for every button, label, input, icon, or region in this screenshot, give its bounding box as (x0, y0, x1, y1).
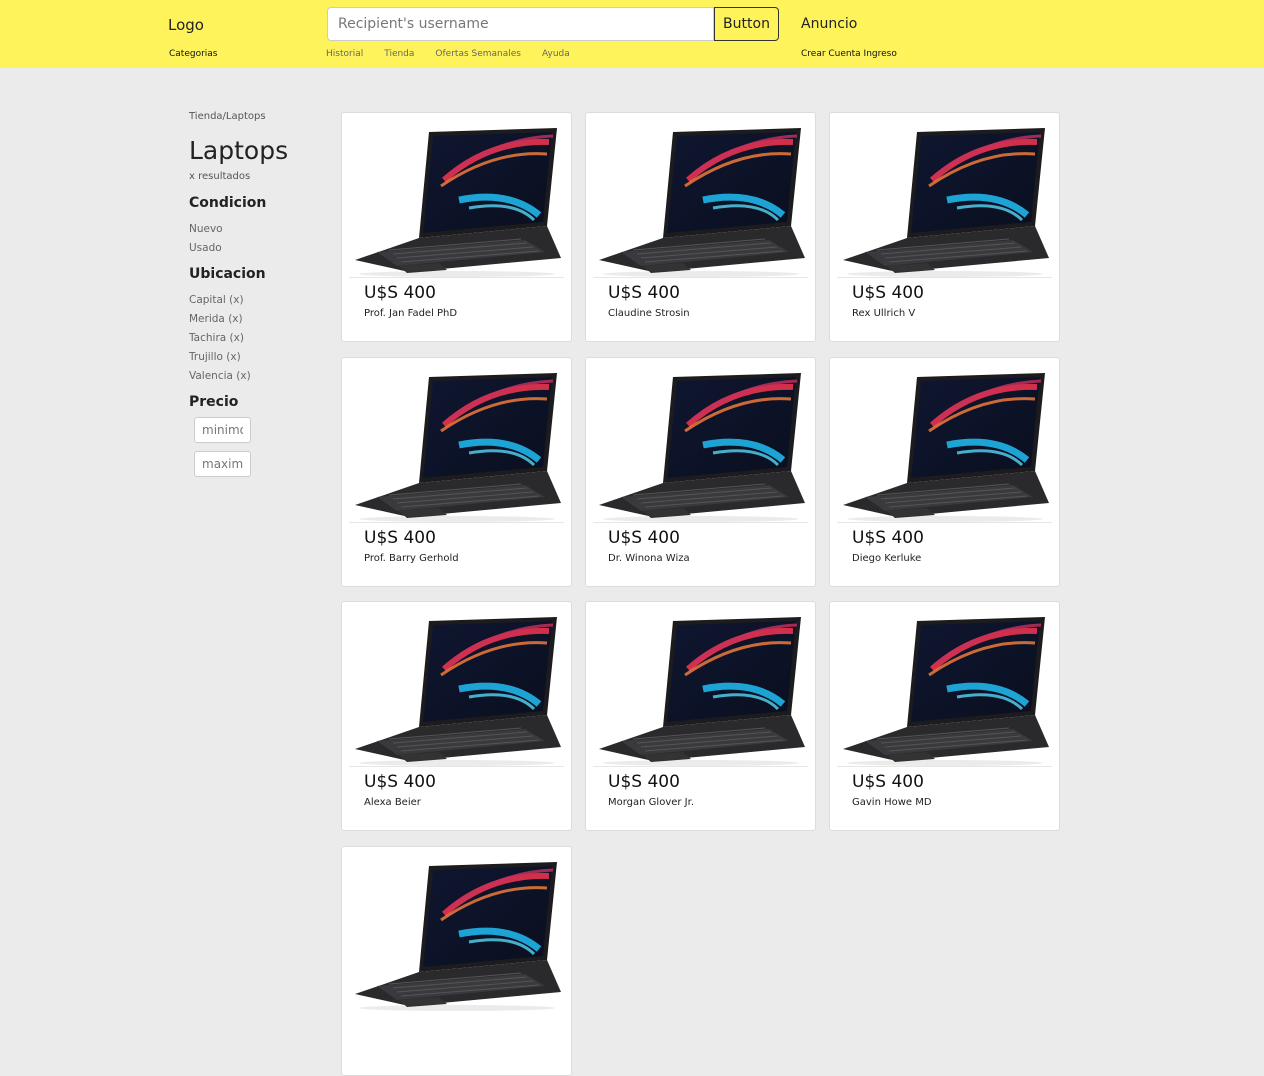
product-price: U$S 400 (852, 283, 924, 303)
product-seller[interactable]: Morgan Glover Jr. (608, 797, 694, 808)
precio-heading: Precio (189, 394, 239, 410)
page-title: Laptops (189, 136, 289, 165)
filter-usado[interactable]: Usado (189, 242, 222, 254)
product-card[interactable]: U$S 400 Gavin Howe MD (829, 601, 1060, 831)
filter-tachira[interactable]: Tachira (x) (189, 332, 244, 344)
card-divider (593, 766, 808, 767)
laptop-image[interactable] (593, 609, 808, 767)
filter-valencia[interactable]: Valencia (x) (189, 370, 251, 382)
nav-tienda[interactable]: Tienda (384, 49, 414, 59)
filter-merida[interactable]: Merida (x) (189, 313, 243, 325)
product-price: U$S 400 (852, 772, 924, 792)
product-card[interactable] (341, 846, 572, 1076)
product-card[interactable]: U$S 400 Alexa Beier (341, 601, 572, 831)
product-card[interactable]: U$S 400 Morgan Glover Jr. (585, 601, 816, 831)
product-seller[interactable]: Rex Ullrich V (852, 308, 915, 319)
product-card[interactable]: U$S 400 Dr. Winona Wiza (585, 357, 816, 587)
filter-trujillo[interactable]: Trujillo (x) (189, 351, 241, 363)
laptop-image[interactable] (349, 120, 564, 278)
product-price: U$S 400 (608, 528, 680, 548)
product-price: U$S 400 (608, 772, 680, 792)
main-nav: Historial Tienda Ofertas Semanales Ayuda (326, 49, 591, 59)
product-seller[interactable]: Gavin Howe MD (852, 797, 932, 808)
product-seller[interactable]: Claudine Strosin (608, 308, 690, 319)
price-min-input[interactable] (194, 417, 251, 443)
laptop-image[interactable] (349, 365, 564, 523)
product-card[interactable]: U$S 400 Prof. Jan Fadel PhD (341, 112, 572, 342)
condicion-heading: Condicion (189, 195, 267, 211)
product-seller[interactable]: Diego Kerluke (852, 553, 921, 564)
card-divider (837, 766, 1052, 767)
search-group: Button (327, 7, 779, 41)
product-seller[interactable]: Alexa Beier (364, 797, 421, 808)
card-divider (349, 277, 564, 278)
top-header: Logo Categorias Button Historial Tienda … (0, 0, 1264, 68)
laptop-image[interactable] (349, 609, 564, 767)
product-card[interactable]: U$S 400 Claudine Strosin (585, 112, 816, 342)
search-button[interactable]: Button (714, 7, 779, 41)
results-count: x resultados (189, 171, 251, 182)
breadcrumb[interactable]: Tienda/Laptops (189, 111, 266, 122)
price-max-input[interactable] (194, 451, 251, 477)
product-price: U$S 400 (364, 528, 436, 548)
product-price: U$S 400 (608, 283, 680, 303)
laptop-image[interactable] (837, 609, 1052, 767)
filter-capital[interactable]: Capital (x) (189, 294, 244, 306)
product-card[interactable]: U$S 400 Diego Kerluke (829, 357, 1060, 587)
product-price: U$S 400 (364, 772, 436, 792)
logo[interactable]: Logo (168, 16, 204, 34)
product-price: U$S 400 (852, 528, 924, 548)
nav-ofertas-semanales[interactable]: Ofertas Semanales (435, 49, 521, 59)
ubicacion-heading: Ubicacion (189, 266, 266, 282)
search-input[interactable] (327, 7, 714, 41)
card-divider (837, 522, 1052, 523)
card-divider (593, 277, 808, 278)
laptop-image[interactable] (837, 120, 1052, 278)
filter-nuevo[interactable]: Nuevo (189, 223, 223, 235)
card-divider (349, 522, 564, 523)
product-card[interactable]: U$S 400 Rex Ullrich V (829, 112, 1060, 342)
product-seller[interactable]: Prof. Jan Fadel PhD (364, 308, 457, 319)
card-divider (593, 522, 808, 523)
laptop-image[interactable] (349, 854, 564, 1012)
laptop-image[interactable] (837, 365, 1052, 523)
nav-historial[interactable]: Historial (326, 49, 363, 59)
laptop-image[interactable] (593, 365, 808, 523)
categories-link[interactable]: Categorias (169, 49, 218, 59)
card-divider (837, 277, 1052, 278)
anuncio-link[interactable]: Anuncio (801, 16, 857, 32)
card-divider (349, 766, 564, 767)
account-links[interactable]: Crear Cuenta Ingreso (801, 49, 897, 59)
product-seller[interactable]: Prof. Barry Gerhold (364, 553, 459, 564)
product-seller[interactable]: Dr. Winona Wiza (608, 553, 690, 564)
laptop-image[interactable] (593, 120, 808, 278)
product-card[interactable]: U$S 400 Prof. Barry Gerhold (341, 357, 572, 587)
product-price: U$S 400 (364, 283, 436, 303)
nav-ayuda[interactable]: Ayuda (542, 49, 570, 59)
